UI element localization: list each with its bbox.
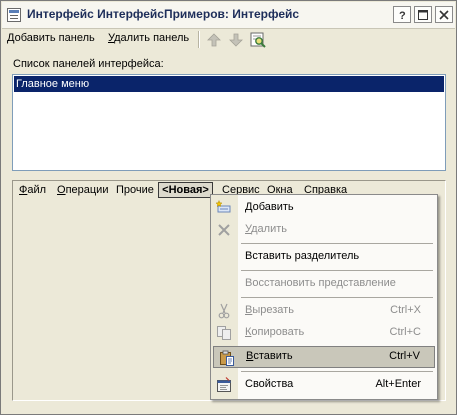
context-item-insert-separator[interactable]: Вставить разделитель	[211, 246, 437, 268]
toolbar: Добавить панель Удалить панель	[7, 29, 450, 51]
list-item[interactable]: Главное меню	[14, 76, 444, 92]
panel-list-label: Список панелей интерфейса:	[13, 58, 164, 70]
copy-icon	[217, 326, 231, 340]
arrow-up-icon[interactable]	[205, 31, 223, 49]
delete-icon	[218, 224, 230, 236]
panel-list[interactable]: Главное меню	[12, 74, 446, 171]
properties-icon	[217, 377, 231, 392]
context-menu-separator	[241, 297, 433, 298]
delete-panel-button[interactable]: Удалить панель	[108, 32, 189, 44]
svg-text:?: ?	[399, 10, 406, 20]
context-item-add[interactable]: Добавить	[211, 197, 437, 219]
title-bar[interactable]: Интерфейс ИнтерфейсПримеров: Интерфейс ?	[2, 2, 455, 29]
context-item-delete[interactable]: Удалить	[211, 219, 437, 241]
context-menu: Добавить Удалить Вставить разделитель Во…	[210, 194, 438, 400]
maximize-button[interactable]	[414, 6, 432, 23]
menu-item-other[interactable]: Прочие	[116, 184, 154, 196]
window-title: Интерфейс ИнтерфейсПримеров: Интерфейс	[27, 7, 300, 21]
toolbar-separator	[198, 31, 200, 48]
context-item-properties[interactable]: Свойства Alt+Enter	[211, 374, 437, 396]
context-item-restore-view[interactable]: Восстановить представление	[211, 273, 437, 295]
help-button[interactable]: ?	[393, 6, 411, 23]
cut-icon	[218, 303, 230, 319]
menu-item-new[interactable]: <Новая>	[158, 182, 213, 198]
context-item-cut[interactable]: Вырезать Ctrl+X	[211, 300, 437, 322]
arrow-down-icon[interactable]	[227, 31, 245, 49]
menu-item-file[interactable]: Файл	[19, 184, 46, 196]
close-icon	[439, 10, 449, 20]
paste-icon	[220, 350, 234, 366]
interface-editor-window: Интерфейс ИнтерфейсПримеров: Интерфейс ?…	[0, 0, 457, 415]
app-icon	[7, 8, 21, 22]
maximize-icon	[418, 10, 428, 20]
context-item-paste[interactable]: Вставить Ctrl+V	[213, 346, 435, 368]
context-item-copy[interactable]: Копировать Ctrl+C	[211, 322, 437, 344]
menu-item-operations[interactable]: Операции	[57, 184, 108, 196]
context-menu-separator	[241, 270, 433, 271]
help-icon: ?	[399, 10, 406, 20]
context-menu-separator	[241, 243, 433, 244]
add-panel-button[interactable]: Добавить панель	[7, 32, 95, 44]
add-icon	[216, 200, 231, 213]
context-menu-separator	[241, 371, 433, 372]
find-icon[interactable]	[249, 31, 267, 49]
close-button[interactable]	[435, 6, 453, 23]
